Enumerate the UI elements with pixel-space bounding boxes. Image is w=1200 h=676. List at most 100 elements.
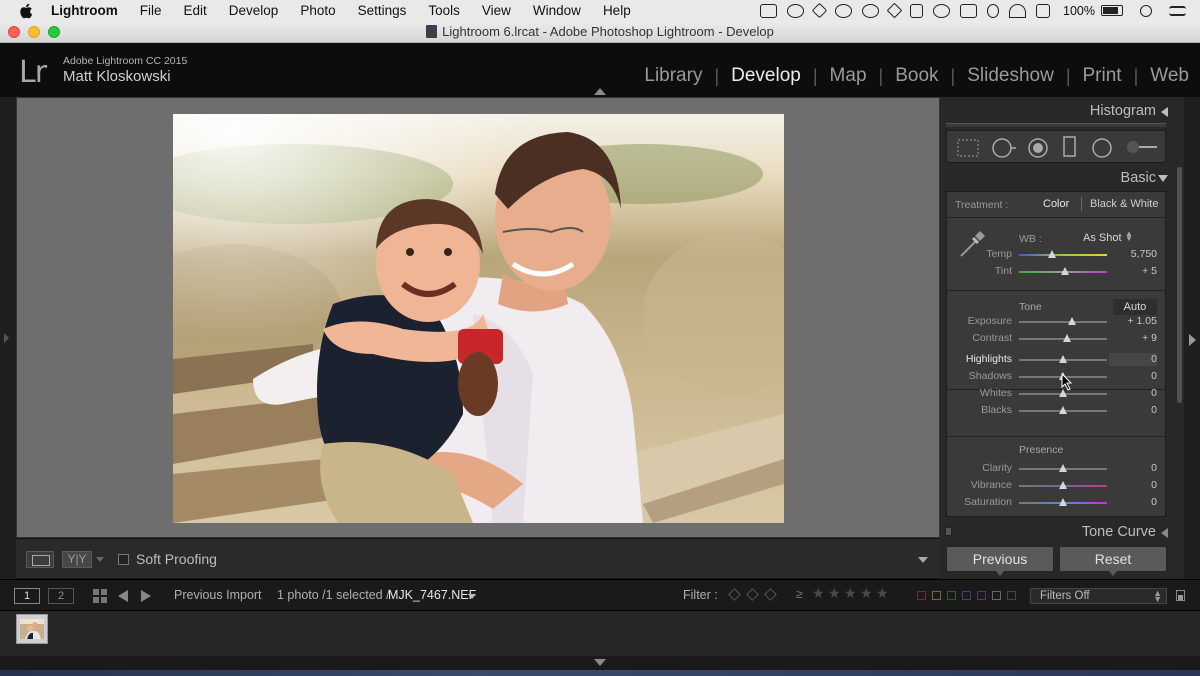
right-panel-scrollbar[interactable] [1177, 167, 1182, 403]
main-window-button[interactable]: 1 [14, 588, 40, 604]
slider-value[interactable]: 0 [1151, 496, 1157, 508]
apple-menu-icon[interactable] [19, 3, 33, 18]
back-arrow-icon[interactable] [118, 590, 128, 602]
rating-star-icon[interactable]: ★ [876, 586, 889, 602]
menu-window[interactable]: Window [533, 3, 581, 18]
basic-panel-collapse-icon[interactable] [1158, 175, 1168, 182]
slider-row-highlights[interactable]: Highlights 0 [947, 352, 1167, 367]
check-status-icon[interactable] [787, 3, 805, 18]
color-label-custom-icon[interactable] [992, 591, 1001, 600]
close-window-button[interactable] [8, 26, 20, 38]
filename-dropdown-icon[interactable] [468, 594, 476, 599]
slider-value[interactable]: 0 [1151, 479, 1157, 491]
before-after-button[interactable]: Y|Y [62, 551, 92, 568]
slider-row-vibrance[interactable]: Vibrance 0 [947, 478, 1167, 493]
slider-knob[interactable] [1062, 334, 1071, 342]
flag-rejected-icon[interactable] [764, 588, 777, 601]
evernote-icon[interactable] [910, 3, 924, 18]
previous-button[interactable]: Previous [946, 546, 1054, 576]
menu-tools[interactable]: Tools [428, 3, 460, 18]
module-web[interactable]: Web [1150, 65, 1189, 87]
treatment-color-button[interactable]: Color [1043, 198, 1069, 210]
slider-value[interactable]: 0 [1151, 387, 1157, 399]
slider-row-blacks[interactable]: Blacks 0 [947, 403, 1167, 418]
menu-photo[interactable]: Photo [300, 3, 335, 18]
slider-value[interactable]: + 1.05 [1128, 315, 1158, 327]
slider-row-contrast[interactable]: Contrast + 9 [947, 331, 1167, 346]
menu-edit[interactable]: Edit [184, 3, 207, 18]
slider-value[interactable]: 0 [1151, 404, 1157, 416]
rating-operator[interactable]: ≥ [796, 587, 803, 601]
right-panel-edge[interactable] [1184, 97, 1200, 579]
red-eye-icon[interactable] [1027, 137, 1049, 159]
color-label-green-icon[interactable] [947, 591, 956, 600]
slider-value[interactable]: 5,750 [1131, 248, 1157, 260]
wb-preset-select[interactable]: As Shot [1083, 232, 1122, 244]
menu-settings[interactable]: Settings [358, 3, 407, 18]
forward-arrow-icon[interactable] [141, 590, 151, 602]
fullscreen-window-button[interactable] [48, 26, 60, 38]
camera-status-icon[interactable] [760, 3, 778, 18]
spotlight-search-icon[interactable] [1140, 4, 1152, 17]
module-develop[interactable]: Develop [731, 65, 801, 87]
slider-value[interactable]: 0 [1151, 462, 1157, 474]
drive-status-icon[interactable] [886, 2, 903, 19]
slider-knob[interactable] [1059, 464, 1067, 472]
slider-value[interactable]: 0 [1151, 353, 1157, 365]
slider-knob[interactable] [1059, 481, 1067, 489]
dropbox-status-icon[interactable] [811, 2, 828, 19]
rating-star-icon[interactable]: ★ [844, 586, 857, 602]
soft-proofing-checkbox[interactable] [118, 554, 129, 565]
slider-knob[interactable] [1048, 250, 1057, 258]
flag-pick-icon[interactable] [728, 588, 741, 601]
tone-curve-expand-icon[interactable] [1161, 528, 1168, 538]
crop-tool-icon[interactable] [957, 139, 979, 157]
module-library[interactable]: Library [644, 65, 702, 87]
slider-row-shadows[interactable]: Shadows 0 [947, 369, 1167, 384]
module-print[interactable]: Print [1083, 65, 1122, 87]
soft-proofing-label[interactable]: Soft Proofing [136, 551, 217, 567]
volume-icon[interactable] [1036, 3, 1051, 18]
rating-star-icon[interactable]: ★ [812, 586, 825, 602]
filter-lock-icon[interactable] [1176, 590, 1185, 601]
slider-knob[interactable] [1059, 355, 1067, 363]
slider-knob[interactable] [1059, 498, 1067, 506]
slider-track[interactable] [1019, 254, 1107, 256]
bluetooth-icon[interactable] [987, 3, 1000, 18]
toolbar-options-dropdown-icon[interactable] [918, 557, 928, 563]
slider-row-saturation[interactable]: Saturation 0 [947, 495, 1167, 510]
treatment-bw-button[interactable]: Black & White [1090, 198, 1158, 210]
slider-knob[interactable] [1067, 317, 1076, 325]
reset-button[interactable]: Reset [1059, 546, 1167, 576]
filters-select[interactable]: Filters Off ▲ ▼ [1030, 588, 1167, 604]
minimize-window-button[interactable] [28, 26, 40, 38]
tone-curve-panel-header[interactable]: Tone Curve [945, 522, 1168, 542]
basic-panel-header[interactable]: Basic [1121, 170, 1156, 186]
expand-left-panel-icon[interactable] [4, 333, 9, 343]
secondary-window-button[interactable]: 2 [48, 588, 74, 604]
flag-unflagged-icon[interactable] [746, 588, 759, 601]
grid-view-icon[interactable] [93, 589, 107, 603]
rating-star-icon[interactable]: ★ [828, 586, 841, 602]
filmstrip-filename[interactable]: MJK_7467.NEF [388, 588, 476, 602]
filmstrip-thumbnail[interactable] [16, 614, 48, 644]
color-label-red-icon[interactable] [917, 591, 926, 600]
slider-row-whites[interactable]: Whites 0 [947, 386, 1167, 401]
color-label-blue-icon[interactable] [962, 591, 971, 600]
slider-value[interactable]: + 5 [1142, 265, 1157, 277]
loupe-view-button[interactable] [26, 551, 54, 568]
battery-icon[interactable] [1101, 5, 1123, 16]
menu-lightroom[interactable]: Lightroom [51, 3, 118, 18]
collapse-top-panel-icon[interactable] [594, 88, 606, 95]
airplay-icon[interactable] [960, 3, 978, 18]
color-label-yellow-icon[interactable] [932, 591, 941, 600]
filmstrip-source[interactable]: Previous Import [174, 588, 262, 602]
slider-value[interactable]: + 9 [1142, 332, 1157, 344]
tone-auto-button[interactable]: Auto [1113, 299, 1157, 315]
wifi-icon[interactable] [1009, 3, 1027, 18]
slider-track[interactable] [1019, 321, 1107, 323]
module-map[interactable]: Map [830, 65, 867, 87]
timemachine-icon[interactable] [933, 3, 951, 18]
menu-help[interactable]: Help [603, 3, 631, 18]
wb-preset-arrows-icon[interactable]: ▲ ▼ [1125, 230, 1133, 243]
